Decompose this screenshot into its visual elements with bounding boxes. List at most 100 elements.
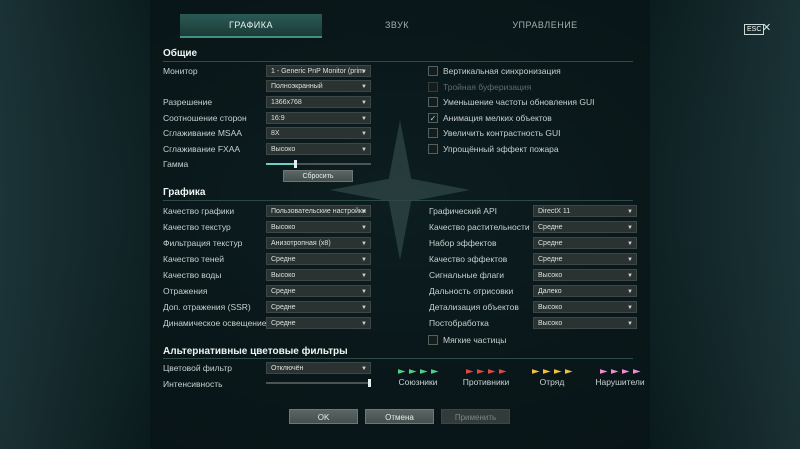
setting-dropdown[interactable]: Средне ▼ <box>533 237 637 249</box>
tab-controls[interactable]: УПРАВЛЕНИЕ <box>472 14 618 36</box>
setting-value: Пользовательские настройки <box>271 208 366 215</box>
setting-dropdown[interactable]: Высоко ▼ <box>266 221 371 233</box>
ship-marker-icon <box>419 369 428 374</box>
close-icon[interactable]: ✕ <box>762 21 771 34</box>
setting-dropdown[interactable]: Высоко ▼ <box>266 269 371 281</box>
setting-dropdown[interactable]: Анизотропная (x8) ▼ <box>266 237 371 249</box>
reset-gamma-button[interactable]: Сбросить <box>283 170 353 182</box>
chevron-down-icon: ▼ <box>627 273 633 279</box>
monitor-dropdown[interactable]: 1 - Generic PnP Monitor (prim ▼ <box>266 65 371 77</box>
ship-marker-icon <box>542 369 551 374</box>
msaa-dropdown[interactable]: 8X ▼ <box>266 127 371 139</box>
gamma-label: Гамма <box>163 159 189 169</box>
checkbox[interactable] <box>428 97 438 107</box>
ship-markers-icon <box>388 369 448 375</box>
setting-dropdown[interactable]: Пользовательские настройки ▼ <box>266 205 371 217</box>
setting-label: Динамическое освещение <box>163 318 267 328</box>
ship-marker-icon <box>621 369 630 374</box>
cancel-button[interactable]: Отмена <box>365 409 434 424</box>
checkbox[interactable] <box>428 144 438 154</box>
chevron-down-icon: ▼ <box>361 366 367 372</box>
section-title-color-filters: Альтернативные цветовые фильтры <box>163 346 348 357</box>
setting-label: Качество эффектов <box>429 254 508 264</box>
ok-button[interactable]: OK <box>289 409 358 424</box>
setting-dropdown[interactable]: DirectX 11 ▼ <box>533 205 637 217</box>
setting-label: Набор эффектов <box>429 238 497 248</box>
fxaa-dropdown[interactable]: Высоко ▼ <box>266 143 371 155</box>
gamma-slider-fill <box>266 163 295 165</box>
msaa-value: 8X <box>271 130 280 137</box>
tab-sound[interactable]: ЗВУК <box>326 14 468 36</box>
setting-label: Отражения <box>163 286 208 296</box>
checkbox[interactable] <box>428 128 438 138</box>
chevron-down-icon: ▼ <box>627 257 633 263</box>
ship-marker-icon <box>553 369 562 374</box>
section-title-general: Общие <box>163 48 198 59</box>
fxaa-label: Сглаживание FXAA <box>163 144 241 154</box>
color-filter-dropdown[interactable]: Отключён ▼ <box>266 362 371 374</box>
setting-dropdown[interactable]: Высоко ▼ <box>533 301 637 313</box>
display-mode-value: Полноэкранный <box>271 83 323 90</box>
background-left <box>0 0 150 449</box>
filter-legend-label: Союзники <box>398 377 438 387</box>
fxaa-value: Высоко <box>271 146 296 153</box>
filter-legend-label: Отряд <box>539 377 565 387</box>
background-right <box>650 0 800 449</box>
ship-marker-icon <box>498 369 507 374</box>
section-title-graphics: Графика <box>163 187 206 198</box>
setting-label: Качество растительности <box>429 222 530 232</box>
checkbox-label: Вертикальная синхронизация <box>443 66 561 76</box>
filter-legend-label: Нарушители <box>595 377 645 387</box>
gamma-slider-handle[interactable] <box>294 160 297 168</box>
intensity-slider[interactable] <box>266 382 371 384</box>
chevron-down-icon: ▼ <box>627 289 633 295</box>
checkbox[interactable] <box>428 66 438 76</box>
setting-value: Средне <box>271 256 296 263</box>
setting-value: Высоко <box>271 224 296 231</box>
soft-particles-checkbox[interactable] <box>428 335 438 345</box>
ship-marker-icon <box>487 369 496 374</box>
setting-dropdown[interactable]: Далеко ▼ <box>533 285 637 297</box>
setting-dropdown[interactable]: Средне ▼ <box>533 253 637 265</box>
chevron-down-icon: ▼ <box>627 209 633 215</box>
tab-graphics[interactable]: ГРАФИКА <box>180 14 322 38</box>
intensity-slider-handle[interactable] <box>368 379 371 387</box>
ship-marker-icon <box>465 369 474 374</box>
filter-legend-item: Противники <box>456 369 516 389</box>
monitor-label: Монитор <box>163 66 198 76</box>
display-mode-dropdown[interactable]: Полноэкранный ▼ <box>266 80 371 92</box>
ship-marker-icon <box>430 369 439 374</box>
aspect-ratio-dropdown[interactable]: 16:9 ▼ <box>266 112 371 124</box>
setting-label: Качество графики <box>163 206 235 216</box>
setting-value: Средне <box>271 320 296 327</box>
setting-label: Качество воды <box>163 270 222 280</box>
setting-value: Средне <box>271 288 296 295</box>
chevron-down-icon: ▼ <box>361 321 367 327</box>
setting-dropdown[interactable]: Средне ▼ <box>266 317 371 329</box>
apply-button[interactable]: Применить <box>441 409 510 424</box>
checkbox-label: Уменьшение частоты обновления GUI <box>443 97 595 107</box>
checkbox-checked[interactable]: ✓ <box>428 113 438 123</box>
chevron-down-icon: ▼ <box>361 305 367 311</box>
chevron-down-icon: ▼ <box>361 225 367 231</box>
chevron-down-icon: ▼ <box>361 241 367 247</box>
intensity-label: Интенсивность <box>163 379 223 389</box>
section-divider <box>163 358 633 359</box>
filter-legend-label: Противники <box>462 377 510 387</box>
ship-markers-icon <box>456 369 516 375</box>
setting-dropdown[interactable]: Высоко ▼ <box>533 317 637 329</box>
chevron-down-icon: ▼ <box>361 69 367 75</box>
setting-label: Сигнальные флаги <box>429 270 505 280</box>
setting-label: Качество теней <box>163 254 224 264</box>
setting-value: DirectX 11 <box>538 208 571 215</box>
setting-value: Средне <box>538 256 563 263</box>
setting-dropdown[interactable]: Средне ▼ <box>266 285 371 297</box>
setting-dropdown[interactable]: Средне ▼ <box>533 221 637 233</box>
setting-dropdown[interactable]: Высоко ▼ <box>533 269 637 281</box>
setting-label: Детализация объектов <box>429 302 519 312</box>
ship-marker-icon <box>564 369 573 374</box>
setting-value: Средне <box>538 240 563 247</box>
setting-dropdown[interactable]: Средне ▼ <box>266 301 371 313</box>
resolution-dropdown[interactable]: 1366x768 ▼ <box>266 96 371 108</box>
setting-dropdown[interactable]: Средне ▼ <box>266 253 371 265</box>
